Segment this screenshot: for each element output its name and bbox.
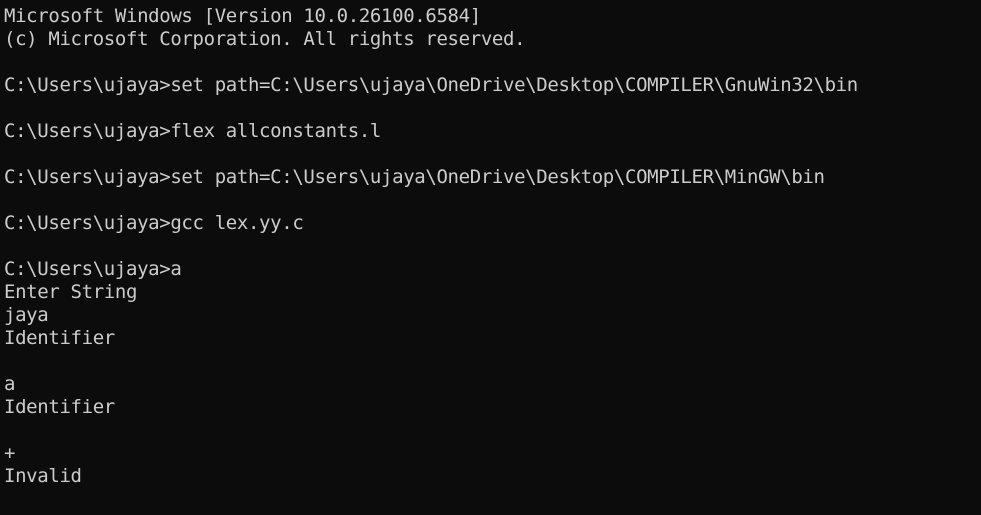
output-line: Invalid	[4, 465, 82, 487]
banner-line: Microsoft Windows [Version 10.0.26100.65…	[4, 5, 481, 27]
input-line: jaya	[4, 304, 49, 326]
output-line: Identifier	[4, 327, 115, 349]
copyright-line: (c) Microsoft Corporation. All rights re…	[4, 28, 526, 50]
output-line: Identifier	[4, 396, 115, 418]
command-line-run: C:\Users\ujaya>a	[4, 258, 182, 280]
input-line: +	[4, 442, 16, 464]
command-line-flex: C:\Users\ujaya>flex allconstants.l	[4, 120, 382, 142]
command-line-set-path-gnuwin32: C:\Users\ujaya>set path=C:\Users\ujaya\O…	[4, 74, 858, 96]
command-line-set-path-mingw: C:\Users\ujaya>set path=C:\Users\ujaya\O…	[4, 166, 825, 188]
command-line-gcc: C:\Users\ujaya>gcc lex.yy.c	[4, 212, 304, 234]
terminal-window[interactable]: Microsoft Windows [Version 10.0.26100.65…	[0, 0, 981, 515]
output-line: Enter String	[4, 281, 138, 303]
input-line: a	[4, 373, 16, 395]
